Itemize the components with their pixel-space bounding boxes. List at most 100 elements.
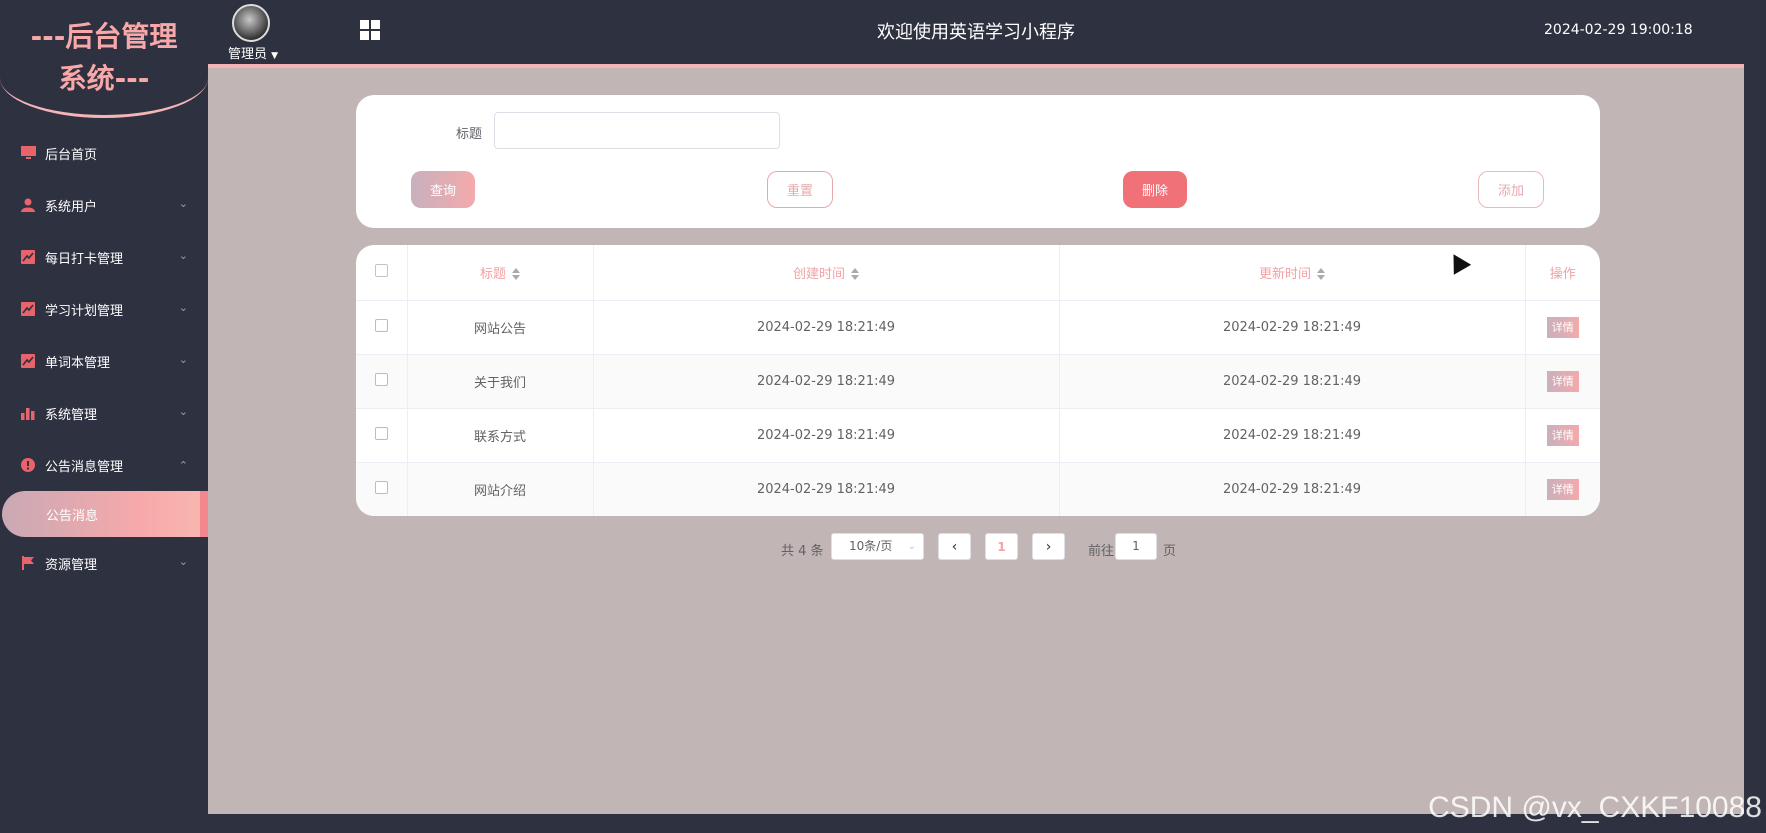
detail-button[interactable]: 详情 bbox=[1546, 424, 1579, 446]
info-icon bbox=[20, 457, 36, 473]
cell-title: 网站公告 bbox=[407, 300, 594, 355]
select-all-cell bbox=[356, 245, 408, 301]
prev-page-button[interactable]: ‹ bbox=[938, 533, 971, 560]
page-suffix: 页 bbox=[1163, 544, 1177, 559]
chevron-down-icon: ⌄ bbox=[178, 555, 188, 568]
sidebar-item-label: 系统用户 bbox=[45, 199, 98, 215]
goto-label: 前往 bbox=[1088, 544, 1115, 559]
table-row: 关于我们 2024-02-29 18:21:49 2024-02-29 18:2… bbox=[356, 354, 1600, 409]
cell-updated: 2024-02-29 18:21:49 bbox=[1059, 408, 1526, 463]
add-button[interactable]: 添加 bbox=[1478, 171, 1544, 208]
cell-created: 2024-02-29 18:21:49 bbox=[593, 354, 1060, 409]
chart-line-icon bbox=[20, 249, 36, 265]
chevron-down-icon: ⌄ bbox=[178, 301, 188, 314]
cell-title: 关于我们 bbox=[407, 354, 594, 409]
chevron-down-icon: ⌄ bbox=[178, 353, 188, 366]
detail-button[interactable]: 详情 bbox=[1546, 316, 1579, 338]
chevron-left-icon: ‹ bbox=[951, 538, 958, 555]
sidebar-item-resources[interactable]: 资源管理 ⌄ bbox=[0, 537, 208, 589]
row-checkbox[interactable] bbox=[374, 372, 388, 386]
sidebar-subitem-notice-messages[interactable]: 公告消息 bbox=[0, 491, 208, 537]
detail-button[interactable]: 详情 bbox=[1546, 370, 1579, 392]
sort-icon[interactable] bbox=[1317, 268, 1325, 281]
column-header-title[interactable]: 标题 bbox=[407, 245, 594, 301]
chevron-down-icon: ⌄ bbox=[178, 405, 188, 418]
sidebar-item-checkin[interactable]: 每日打卡管理 ⌄ bbox=[0, 231, 208, 283]
column-header-actions: 操作 bbox=[1525, 245, 1600, 301]
table-row: 联系方式 2024-02-29 18:21:49 2024-02-29 18:2… bbox=[356, 408, 1600, 463]
table-header-row: 标题 创建时间 更新时间 操作 bbox=[356, 245, 1600, 301]
chart-line-icon bbox=[20, 353, 36, 369]
flag-icon bbox=[20, 555, 36, 571]
title-filter-label: 标题 bbox=[456, 127, 483, 142]
sidebar-item-home[interactable]: 后台首页 bbox=[0, 127, 208, 179]
chart-line-icon bbox=[20, 301, 36, 317]
table-row: 网站介绍 2024-02-29 18:21:49 2024-02-29 18:2… bbox=[356, 462, 1600, 516]
user-name: 管理员 bbox=[228, 47, 268, 62]
sidebar-item-label: 单词本管理 bbox=[45, 355, 111, 371]
sidebar-item-label: 公告消息管理 bbox=[45, 459, 124, 475]
pagination-total: 共 4 条 bbox=[781, 544, 824, 559]
logo-line-2: 系统--- bbox=[58, 62, 150, 95]
page-number-current[interactable]: 1 bbox=[985, 533, 1018, 560]
sidebar-item-label: 学习计划管理 bbox=[45, 303, 124, 319]
reset-button[interactable]: 重置 bbox=[767, 171, 833, 208]
pagination: 共 4 条 10条/页 ⌄ ‹ 1 › 前往 1 页 bbox=[208, 533, 1744, 561]
notice-table: 标题 创建时间 更新时间 操作 网站公告 2024-02-29 18:21:49… bbox=[356, 245, 1600, 516]
next-page-button[interactable]: › bbox=[1032, 533, 1065, 560]
sort-icon[interactable] bbox=[851, 268, 859, 281]
sidebar-item-system[interactable]: 系统管理 ⌄ bbox=[0, 387, 208, 439]
user-menu[interactable]: 管理员 ▼ bbox=[228, 43, 278, 62]
bar-chart-icon bbox=[20, 405, 36, 421]
title-search-input[interactable] bbox=[494, 112, 780, 149]
sidebar-item-label: 系统管理 bbox=[45, 407, 98, 423]
logo-text: ---后台管理 系统--- bbox=[0, 16, 208, 100]
sidebar-item-label: 每日打卡管理 bbox=[45, 251, 124, 267]
sidebar-item-label: 后台首页 bbox=[45, 147, 98, 163]
cell-title: 联系方式 bbox=[407, 408, 594, 463]
sidebar-item-notices[interactable]: 公告消息管理 ⌃ bbox=[0, 439, 208, 491]
user-icon bbox=[20, 197, 36, 213]
goto-page-input[interactable]: 1 bbox=[1115, 533, 1157, 560]
sidebar-item-wordbook[interactable]: 单词本管理 ⌄ bbox=[0, 335, 208, 387]
active-highlight bbox=[2, 491, 200, 537]
page-size-select[interactable]: 10条/页 ⌄ bbox=[831, 533, 924, 560]
top-header: 管理员 ▼ 欢迎使用英语学习小程序 2024-02-29 19:00:18 bbox=[208, 0, 1744, 64]
chevron-down-icon: ⌄ bbox=[178, 249, 188, 262]
watermark: CSDN @vx_CXKF10088 bbox=[1428, 791, 1762, 824]
detail-button[interactable]: 详情 bbox=[1546, 478, 1579, 500]
cell-updated: 2024-02-29 18:21:49 bbox=[1059, 462, 1526, 516]
active-indicator bbox=[200, 491, 208, 537]
select-all-checkbox[interactable] bbox=[374, 263, 388, 277]
delete-button[interactable]: 删除 bbox=[1123, 171, 1187, 208]
cell-updated: 2024-02-29 18:21:49 bbox=[1059, 300, 1526, 355]
query-button[interactable]: 查询 bbox=[411, 171, 475, 208]
sidebar-item-users[interactable]: 系统用户 ⌄ bbox=[0, 179, 208, 231]
cell-updated: 2024-02-29 18:21:49 bbox=[1059, 354, 1526, 409]
search-panel: 标题 查询 重置 删除 添加 bbox=[356, 95, 1600, 228]
sidebar-item-study-plan[interactable]: 学习计划管理 ⌄ bbox=[0, 283, 208, 335]
page-title: 欢迎使用英语学习小程序 bbox=[877, 22, 1075, 43]
chevron-down-icon: ⌄ bbox=[907, 541, 916, 552]
header-datetime: 2024-02-29 19:00:18 bbox=[1544, 22, 1693, 38]
row-checkbox[interactable] bbox=[374, 318, 388, 332]
cell-created: 2024-02-29 18:21:49 bbox=[593, 408, 1060, 463]
chevron-up-icon: ⌃ bbox=[178, 459, 188, 472]
logo-line-1: ---后台管理 bbox=[30, 20, 178, 53]
sidebar-subitem-label: 公告消息 bbox=[46, 508, 99, 524]
sidebar-menu: 后台首页 系统用户 ⌄ 每日打卡管理 ⌄ 学习计划管理 ⌄ 单词本管理 ⌄ 系统… bbox=[0, 127, 208, 589]
column-header-created[interactable]: 创建时间 bbox=[593, 245, 1060, 301]
row-checkbox[interactable] bbox=[374, 480, 388, 494]
chevron-right-icon: › bbox=[1045, 538, 1052, 555]
monitor-icon bbox=[20, 145, 36, 161]
table-row: 网站公告 2024-02-29 18:21:49 2024-02-29 18:2… bbox=[356, 300, 1600, 355]
chevron-down-icon: ⌄ bbox=[178, 197, 188, 210]
sidebar: ---后台管理 系统--- 后台首页 系统用户 ⌄ 每日打卡管理 ⌄ 学习计划管… bbox=[0, 0, 208, 833]
sort-icon[interactable] bbox=[512, 268, 520, 281]
row-checkbox[interactable] bbox=[374, 426, 388, 440]
main-content: 标题 查询 重置 删除 添加 标题 创建时间 更新时间 操作 网站公告 2024… bbox=[208, 68, 1744, 814]
cell-created: 2024-02-29 18:21:49 bbox=[593, 300, 1060, 355]
chevron-down-icon: ▼ bbox=[271, 51, 279, 61]
cell-created: 2024-02-29 18:21:49 bbox=[593, 462, 1060, 516]
logo: ---后台管理 系统--- bbox=[0, 0, 208, 118]
